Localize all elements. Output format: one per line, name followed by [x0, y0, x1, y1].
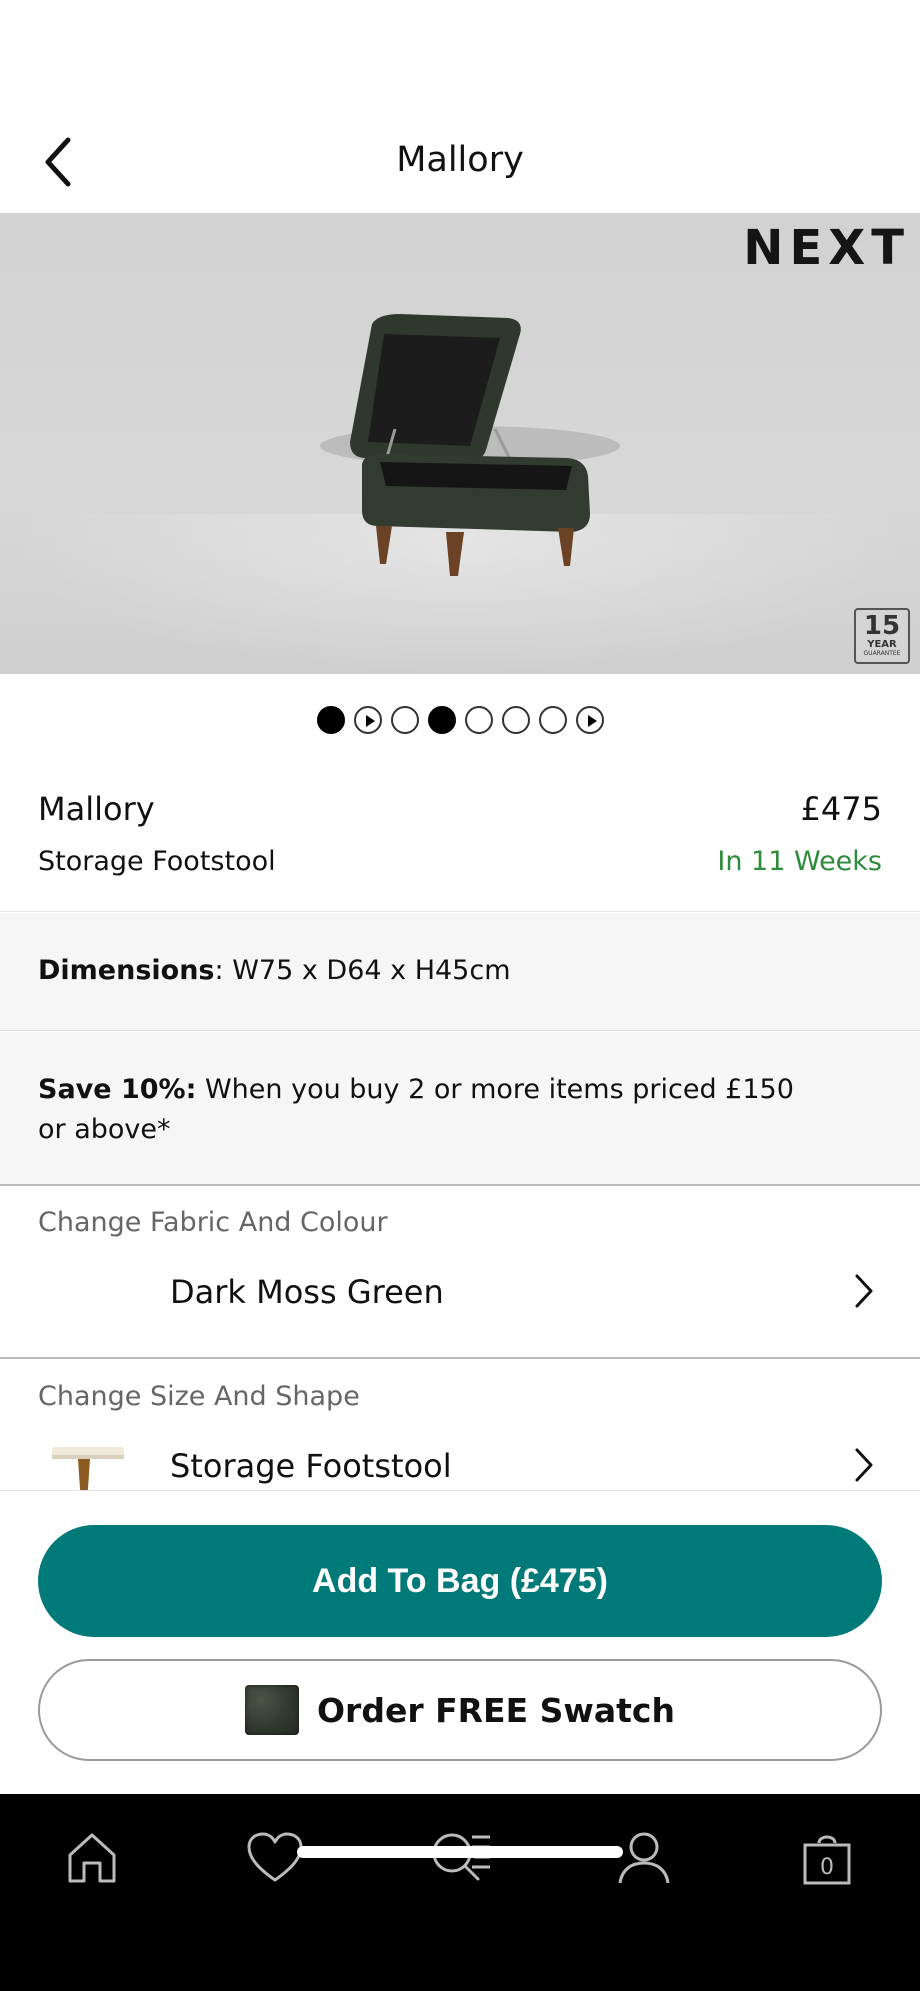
carousel-dot-video[interactable]: [353, 706, 382, 734]
bag-count: 0: [820, 1855, 834, 1880]
carousel-dot[interactable]: [538, 706, 567, 734]
purchase-actions: Add To Bag (£475) Order FREE Swatch: [0, 1490, 920, 1794]
chevron-right-icon: [844, 1445, 884, 1485]
home-indicator: [297, 1846, 623, 1858]
size-option-value: Storage Footstool: [170, 1447, 452, 1485]
carousel-dot[interactable]: [427, 706, 456, 734]
guarantee-badge: 15 YEAR GUARANTEE: [854, 608, 910, 664]
product-summary: Mallory £475 Storage Footstool In 11 Wee…: [0, 770, 920, 912]
add-to-bag-button[interactable]: Add To Bag (£475): [38, 1525, 882, 1637]
product-image-gallery[interactable]: NEXT 15 YEAR GUARANTEE: [0, 214, 920, 674]
product-price: £475: [800, 790, 882, 828]
product-subtitle: Storage Footstool: [38, 846, 276, 877]
home-icon: [68, 1833, 116, 1883]
dimensions-section: Dimensions: W75 x D64 x H45cm: [0, 913, 920, 1031]
product-image: [320, 314, 620, 576]
promo-text: Save 10%: When you buy 2 or more items p…: [38, 1070, 798, 1150]
order-swatch-label: Order FREE Swatch: [317, 1690, 675, 1730]
footstool-thumbnail: [52, 1447, 124, 1491]
fabric-option-value: Dark Moss Green: [170, 1273, 444, 1311]
order-swatch-button[interactable]: Order FREE Swatch: [38, 1659, 882, 1761]
carousel-dot[interactable]: [390, 706, 419, 734]
product-name: Mallory: [38, 790, 155, 828]
carousel-dot[interactable]: [501, 706, 530, 734]
bottom-tab-bar: 0: [0, 1794, 920, 1991]
fabric-swatch-image: [245, 1685, 299, 1735]
dimensions-label: Dimensions: [38, 955, 215, 986]
promo-section: Save 10%: When you buy 2 or more items p…: [0, 1032, 920, 1186]
user-icon: [618, 1832, 670, 1884]
change-fabric-option[interactable]: Change Fabric And Colour Dark Moss Green: [0, 1187, 920, 1359]
fabric-option-label: Change Fabric And Colour: [38, 1207, 388, 1238]
promo-label: Save 10%:: [38, 1074, 197, 1105]
status-bar: [0, 0, 920, 110]
chevron-right-icon: [844, 1271, 884, 1311]
page-title: Mallory: [396, 140, 524, 180]
change-size-option[interactable]: Change Size And Shape Storage Footstool: [0, 1361, 920, 1491]
carousel-dot-video[interactable]: [575, 706, 604, 734]
carousel-pagination: [0, 706, 920, 736]
heart-icon: [247, 1832, 303, 1882]
bag-icon: 0: [803, 1835, 851, 1885]
dimensions-value: W75 x D64 x H45cm: [223, 955, 511, 986]
top-app-bar: Mallory: [0, 110, 920, 214]
carousel-dot[interactable]: [316, 706, 345, 734]
carousel-dot[interactable]: [464, 706, 493, 734]
dimensions-text: Dimensions: W75 x D64 x H45cm: [38, 955, 511, 986]
delivery-estimate: In 11 Weeks: [717, 846, 882, 877]
tab-bag[interactable]: 0: [787, 1822, 867, 1892]
size-option-label: Change Size And Shape: [38, 1381, 360, 1412]
tab-home[interactable]: [52, 1822, 132, 1892]
dimensions-separator: :: [214, 955, 224, 986]
